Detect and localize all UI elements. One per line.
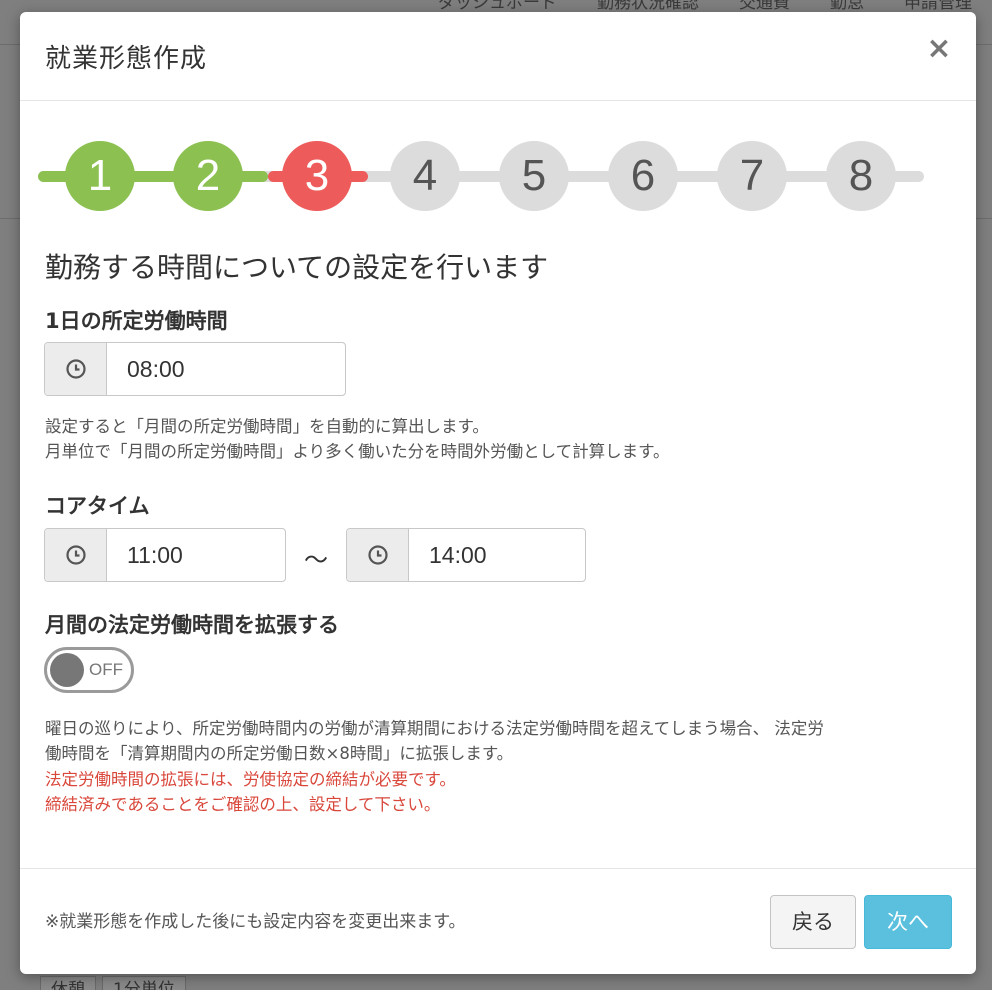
core-time-end-input[interactable]: 14:00 (346, 528, 586, 582)
clock-icon (65, 544, 87, 566)
step-progress: 1 2 3 4 5 6 7 8 (38, 128, 924, 211)
step-3: 3 (282, 141, 352, 211)
modal-header: 就業形態作成 × (20, 12, 976, 101)
core-time-start-input[interactable]: 11:00 (44, 528, 286, 582)
extend-warning: 法定労働時間の拡張には、労使協定の締結が必要です。 締結済みであることをご確認の… (45, 767, 456, 817)
step-6: 6 (608, 141, 678, 211)
core-time-end-value[interactable]: 14:00 (409, 529, 585, 581)
step-5: 5 (499, 141, 569, 211)
next-button[interactable]: 次へ (864, 895, 952, 949)
work-style-modal: 就業形態作成 × 1 2 3 4 5 6 7 8 勤務する時間についての設定を行… (20, 12, 976, 974)
daily-hours-input[interactable]: 08:00 (44, 342, 346, 396)
section-title: 勤務する時間についての設定を行います (45, 251, 549, 284)
step-4: 4 (390, 141, 460, 211)
daily-hours-addon (45, 343, 107, 395)
step-7: 7 (717, 141, 787, 211)
help-line: 設定すると「月間の所定労働時間」を自動的に算出します。 (45, 417, 489, 436)
help-line: 月単位で「月間の所定労働時間」より多く働いた分を時間外労働として計算します。 (45, 442, 670, 461)
daily-hours-help: 設定すると「月間の所定労働時間」を自動的に算出します。 月単位で「月間の所定労働… (45, 414, 670, 464)
help-line: 曜日の巡りにより、所定労働時間内の労働が清算期間における法定労働時間を超えてしま… (45, 719, 824, 738)
extend-label: 月間の法定労働時間を拡張する (45, 613, 339, 637)
toggle-knob (50, 653, 84, 687)
core-time-label: コアタイム (45, 494, 150, 518)
step-8: 8 (826, 141, 896, 211)
footer-note: ※就業形態を作成した後にも設定内容を変更出来ます。 (45, 912, 466, 932)
extend-toggle[interactable]: OFF (44, 647, 134, 693)
warning-line: 締結済みであることをご確認の上、設定して下さい。 (45, 795, 441, 814)
core-time-end-addon (347, 529, 409, 581)
close-icon: × (926, 31, 952, 66)
bg-cell-break: 休憩 (40, 976, 96, 990)
close-button[interactable]: × (924, 34, 954, 64)
step-2: 2 (173, 141, 243, 211)
clock-icon (65, 358, 87, 380)
warning-line: 法定労働時間の拡張には、労使協定の締結が必要です。 (45, 770, 456, 789)
modal-footer: ※就業形態を作成した後にも設定内容を変更出来ます。 戻る 次へ (20, 868, 976, 974)
bg-cell-unit: 1分単位 (102, 976, 186, 990)
clock-icon (367, 544, 389, 566)
back-button[interactable]: 戻る (770, 895, 856, 949)
daily-hours-value[interactable]: 08:00 (107, 343, 345, 395)
core-time-start-addon (45, 529, 107, 581)
daily-hours-label: 1日の所定労働時間 (45, 309, 228, 333)
modal-title: 就業形態作成 (45, 44, 208, 74)
background-bottom-row: 休憩 1分単位 (40, 976, 186, 990)
step-1: 1 (65, 141, 135, 211)
core-time-start-value[interactable]: 11:00 (107, 529, 285, 581)
extend-help: 曜日の巡りにより、所定労働時間内の労働が清算期間における法定労働時間を超えてしま… (45, 716, 824, 766)
toggle-state: OFF (89, 660, 123, 679)
help-line: 働時間を「清算期間内の所定労働日数×8時間」に拡張します。 (45, 744, 514, 763)
core-time-separator: 〜 (304, 546, 328, 574)
